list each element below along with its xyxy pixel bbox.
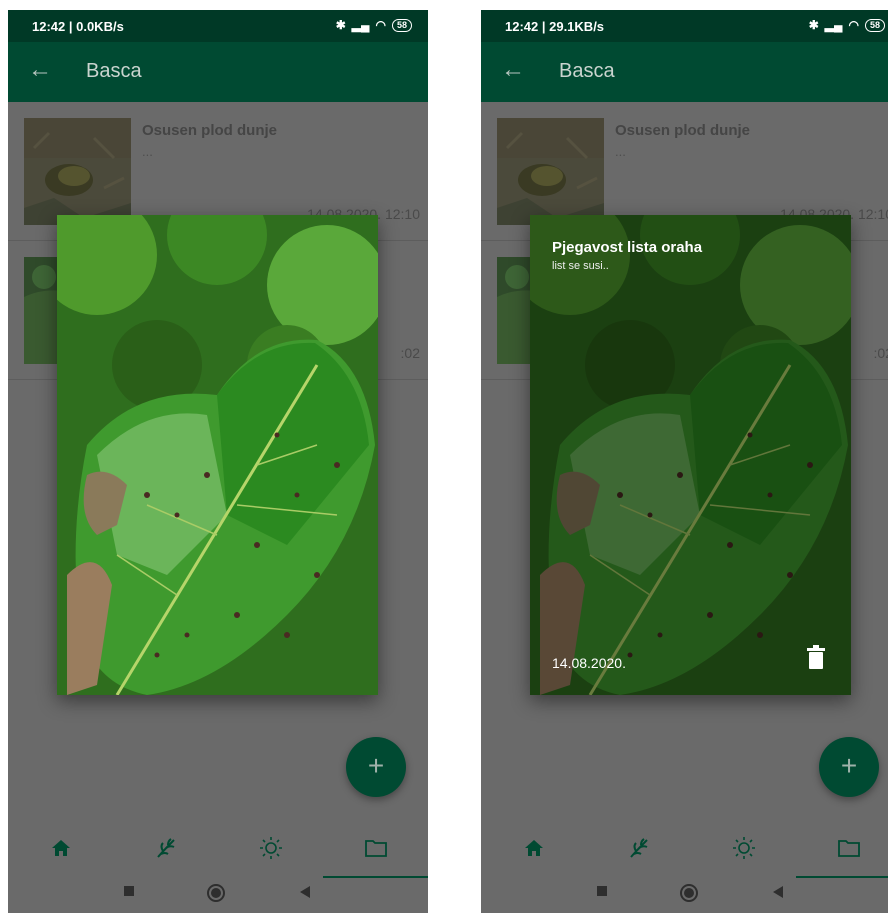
photo-dialog[interactable] [57,215,378,695]
page-title: Basca [559,60,615,82]
nav-weather[interactable] [691,818,796,878]
home-circle-icon[interactable] [207,884,225,902]
plus-icon: + [367,750,385,781]
bluetooth-icon: ✱ [808,18,819,32]
nav-folder[interactable] [323,818,428,878]
trash-icon[interactable] [807,645,825,669]
battery-icon: 58 [864,18,885,32]
item-subtitle: ... [615,144,626,159]
plus-icon: + [840,750,858,781]
nav-plants[interactable] [586,818,691,878]
nav-folder[interactable] [796,818,888,878]
dialog-date: 14.08.2020. [552,655,626,671]
system-navigation [481,878,888,913]
item-title: Osusen plod dunje [142,122,278,139]
back-arrow-icon[interactable]: ← [501,56,525,84]
add-fab-button[interactable]: + [346,737,406,797]
add-fab-button[interactable]: + [819,737,879,797]
quince-fruit-thumbnail [24,118,131,225]
status-time: 12:42 | 29.1KB/s [505,19,605,34]
recents-icon[interactable] [124,886,134,896]
home-icon [524,840,543,856]
back-triangle-icon[interactable] [300,886,310,898]
nav-home[interactable] [8,818,113,878]
quince-fruit-thumbnail [497,118,604,225]
app-bar: ← Basca [481,42,888,102]
recents-icon[interactable] [597,886,607,896]
nav-weather[interactable] [218,818,323,878]
photo-dialog[interactable]: Pjegavost lista oraha list se susi.. 14.… [530,215,851,695]
nav-home[interactable] [481,818,586,878]
item-subtitle: ... [142,144,153,159]
dialog-title: Pjegavost lista oraha [552,239,703,256]
sprout-icon [629,838,648,858]
home-icon [51,840,70,856]
leaf-photo [57,215,378,695]
app-bar: ← Basca [8,42,428,102]
page-title: Basca [86,60,142,82]
system-navigation [8,878,428,913]
battery-icon: 58 [391,18,412,32]
bottom-navigation [8,818,428,878]
item-date: :02 [873,345,888,361]
home-circle-icon[interactable] [680,884,698,902]
bottom-navigation [481,818,888,878]
item-date: :02 [400,345,420,361]
wifi-icon: ◠ [375,18,386,32]
bluetooth-icon: ✱ [335,18,346,32]
dialog-description: list se susi.. [552,260,609,272]
signal-icon: ▂▄ [824,18,843,32]
folder-icon [837,840,860,857]
photo-overlay [530,215,851,695]
back-triangle-icon[interactable] [773,886,783,898]
sun-icon [732,837,755,859]
nav-plants[interactable] [113,818,218,878]
phone-screen-right: 12:42 | 29.1KB/s ✱ ▂▄ ◠ 58 ← Basca Osuse… [481,10,888,913]
status-bar: 12:42 | 0.0KB/s ✱ ▂▄ ◠ 58 [8,10,428,42]
signal-icon: ▂▄ [351,18,370,32]
status-icons: ✱ ▂▄ ◠ 58 [809,18,885,32]
status-icons: ✱ ▂▄ ◠ 58 [336,18,412,32]
wifi-icon: ◠ [848,18,859,32]
folder-icon [364,840,387,857]
sun-icon [259,837,282,859]
back-arrow-icon[interactable]: ← [28,56,52,84]
status-bar: 12:42 | 29.1KB/s ✱ ▂▄ ◠ 58 [481,10,888,42]
item-title: Osusen plod dunje [615,122,751,139]
phone-screen-left: 12:42 | 0.0KB/s ✱ ▂▄ ◠ 58 ← Basca Osusen… [8,10,428,913]
status-time: 12:42 | 0.0KB/s [32,19,124,34]
sprout-icon [156,838,175,858]
